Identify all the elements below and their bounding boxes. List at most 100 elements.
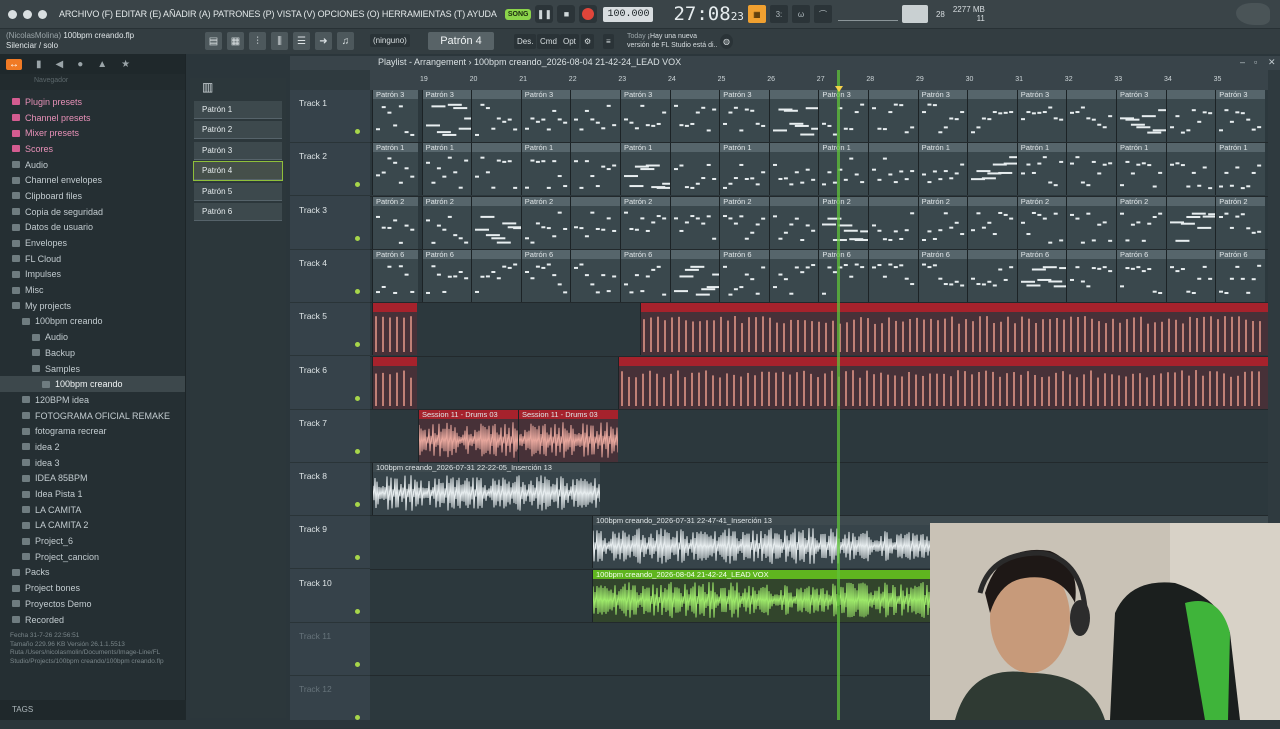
window-controls[interactable] <box>8 9 47 19</box>
playlist-clip[interactable] <box>967 90 1017 142</box>
playlist-clip[interactable]: Patrón 3 <box>917 90 968 142</box>
playlist-clip[interactable]: Patrón 6 <box>1016 249 1067 302</box>
playlist-clip[interactable] <box>1066 90 1116 142</box>
track-header[interactable]: Track 5 <box>290 303 370 357</box>
tempo-display[interactable]: 100.000 <box>603 6 654 22</box>
browser-item[interactable]: 100bpm creando <box>0 314 185 330</box>
playlist-clip[interactable] <box>768 90 819 142</box>
playlist-clip[interactable]: Patrón 3 <box>620 90 670 142</box>
browser-search-input[interactable]: Navegador <box>0 74 185 90</box>
playlist-clip[interactable]: Patrón 1 <box>520 143 571 196</box>
loop-icon[interactable]: ω <box>791 5 810 23</box>
playlist-clip[interactable] <box>768 196 819 249</box>
track-mute-led[interactable] <box>355 395 360 401</box>
track-header[interactable]: Track 11 <box>290 623 370 676</box>
playlist-clip[interactable]: Patrón 6 <box>372 249 418 302</box>
track-mute-led[interactable] <box>355 288 360 294</box>
timeline-ruler[interactable]: 19 20 21 22 23 24 25 26 27 28 29 30 31 32 33 34 35 <box>370 70 1268 90</box>
playlist-clip[interactable] <box>768 143 819 196</box>
track-header[interactable]: Track 6 <box>290 357 370 410</box>
playlist-clip[interactable] <box>570 143 620 196</box>
playlist-clip[interactable]: Patrón 6 <box>1116 249 1166 302</box>
track-mute-led[interactable] <box>355 662 360 667</box>
playlist-clip[interactable]: Patrón 2 <box>372 196 418 249</box>
browser-item[interactable]: Envelopes <box>0 235 185 251</box>
playlist-clip[interactable]: Patrón 2 <box>1016 196 1067 249</box>
playlist-clip[interactable]: Patrón 3 <box>1016 90 1067 142</box>
playhead[interactable] <box>837 70 840 720</box>
piano-icon[interactable]: ▥ <box>190 78 286 98</box>
track-header[interactable]: Track 10 <box>290 570 370 623</box>
browser-item[interactable]: 120BPM idea <box>0 392 185 408</box>
browser-item[interactable]: FL Cloud <box>0 251 185 267</box>
playlist-clip[interactable] <box>1165 143 1216 196</box>
news-panel[interactable]: Today ¡Hay una nueva versión de FL Studi… <box>627 32 717 50</box>
playlist-clip[interactable]: Patrón 3 <box>520 90 571 142</box>
track-mute-led[interactable] <box>355 608 360 614</box>
mic-icon[interactable]: ♫ <box>337 32 354 50</box>
cloud-tab-icon[interactable]: ▲ <box>97 59 107 70</box>
pattern-item[interactable]: Patrón 1 <box>194 100 282 119</box>
playlist-clip[interactable] <box>570 196 620 249</box>
playlist-clip[interactable] <box>967 249 1017 302</box>
playlist-clip[interactable]: Patrón 3 <box>1215 90 1265 142</box>
arrow-icon[interactable]: ➜ <box>315 32 332 50</box>
track-header[interactable]: Track 9 <box>290 516 370 570</box>
globe-icon[interactable]: ◍ <box>720 34 733 49</box>
pattern-item[interactable]: Patrón 6 <box>194 203 282 221</box>
des-button[interactable]: Des. <box>514 34 537 49</box>
playlist-clip[interactable]: Session 11 - Drums 03 <box>418 409 518 462</box>
browser-item[interactable]: Backup <box>0 345 185 361</box>
plugin-tab-icon[interactable]: ● <box>77 59 83 70</box>
browser-item[interactable]: Idea Pista 1 <box>0 486 185 502</box>
piano-roll-icon[interactable]: ▦ <box>227 32 244 50</box>
track-mute-led[interactable] <box>355 502 360 508</box>
playlist-clip[interactable]: Patrón 1 <box>818 143 868 196</box>
browser-item[interactable]: Packs <box>0 565 185 581</box>
playlist-clip[interactable] <box>570 249 620 302</box>
metronome-icon[interactable]: ▦ <box>747 5 766 23</box>
browser-item[interactable]: Project_cancion <box>0 549 185 565</box>
playlist-clip[interactable]: Patrón 3 <box>372 90 418 142</box>
star-tab-icon[interactable]: ★ <box>121 59 130 70</box>
main-menu[interactable]: ARCHIVO (F) EDITAR (E) AÑADIR (A) PATRON… <box>59 9 497 19</box>
track-header[interactable]: Track 1 <box>290 90 370 143</box>
browser-item[interactable]: idea 3 <box>0 455 185 471</box>
browser-item[interactable]: FOTOGRAMA OFICIAL REMAKE <box>0 408 185 424</box>
playlist-clip[interactable]: Patrón 6 <box>421 249 472 302</box>
pattern-item[interactable]: Patrón 3 <box>194 141 282 160</box>
playlist-clip[interactable] <box>471 196 521 249</box>
track-header[interactable]: Track 7 <box>290 410 370 463</box>
playlist-clip[interactable] <box>1066 249 1116 302</box>
playlist-clip[interactable] <box>1165 249 1216 302</box>
track-header[interactable]: Track 2 <box>290 143 370 197</box>
all-tab-icon[interactable]: ↔ <box>6 58 22 70</box>
browser-item[interactable]: My projects <box>0 298 185 314</box>
browser-item[interactable]: idea 2 <box>0 439 185 455</box>
playlist-clip[interactable]: Patrón 2 <box>421 196 472 249</box>
browser-item[interactable]: Samples <box>0 361 185 377</box>
playlist-clip[interactable] <box>669 249 720 302</box>
playlist-clip[interactable]: 100bpm creando_2026-07-31 22-22-05_Inser… <box>372 463 600 516</box>
playlist-clip[interactable] <box>868 143 918 196</box>
playlist-clip[interactable] <box>1066 196 1116 249</box>
playlist-clip[interactable] <box>868 90 918 142</box>
playlist-clip[interactable]: Patrón 6 <box>620 249 670 302</box>
pattern-select[interactable]: Patrón 4 <box>428 32 494 50</box>
playlist-clip[interactable]: Patrón 3 <box>1116 90 1166 142</box>
playlist-clip[interactable] <box>868 196 918 249</box>
track-mute-led[interactable] <box>355 129 360 134</box>
browser-item[interactable]: 100bpm creando <box>0 376 185 393</box>
playlist-clip[interactable] <box>768 249 819 302</box>
maximize-icon[interactable]: ▫ <box>1254 57 1257 67</box>
playlist-clip[interactable]: Patrón 1 <box>917 143 968 196</box>
playlist-clip[interactable] <box>1066 143 1116 196</box>
playlist-clip[interactable] <box>618 356 1268 409</box>
playlist-clip[interactable]: Patrón 3 <box>719 90 769 142</box>
browser-item[interactable]: IDEA 85BPM <box>0 471 185 487</box>
opt-button[interactable]: Opt <box>560 34 579 49</box>
browser-item[interactable]: Datos de usuario <box>0 220 185 236</box>
pause-icon[interactable]: ❚❚ <box>535 5 554 23</box>
pattern-item[interactable]: Patrón 2 <box>194 121 282 139</box>
browser-item[interactable]: LA CAMITA <box>0 502 185 518</box>
